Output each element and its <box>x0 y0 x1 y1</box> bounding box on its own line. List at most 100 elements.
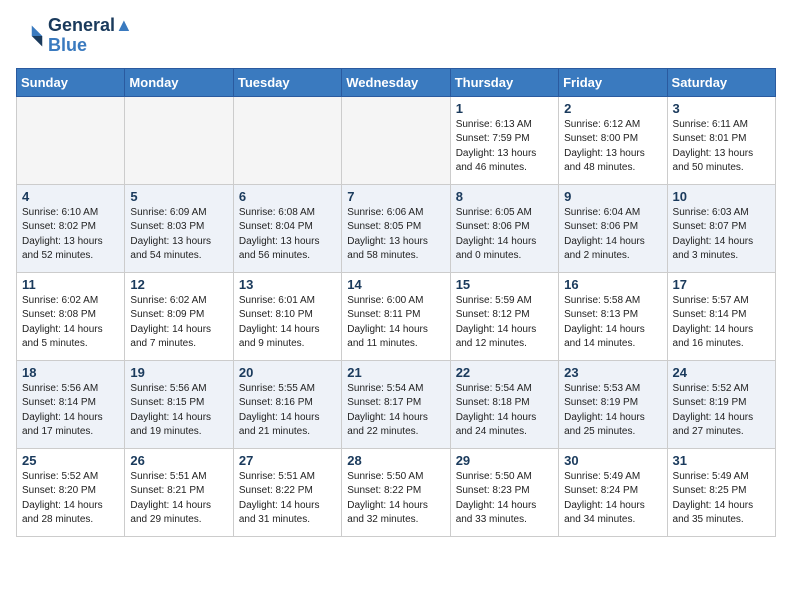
calendar-week-3: 11Sunrise: 6:02 AM Sunset: 8:08 PM Dayli… <box>17 272 776 360</box>
day-info: Sunrise: 5:51 AM Sunset: 8:21 PM Dayligh… <box>130 470 227 528</box>
day-info: Sunrise: 6:06 AM Sunset: 8:05 PM Dayligh… <box>347 206 444 264</box>
day-info: Sunrise: 6:02 AM Sunset: 8:08 PM Dayligh… <box>22 294 119 352</box>
calendar-cell: 4 Sunrise: 6:10 AM Sunset: 8:02 PM Daylig… <box>17 184 125 272</box>
day-info: Sunrise: 6:05 AM Sunset: 8:06 PM Dayligh… <box>456 206 553 264</box>
day-number: 15 <box>456 277 553 292</box>
col-header-monday: Monday <box>125 68 233 96</box>
day-info: Sunrise: 6:10 AM Sunset: 8:02 PM Dayligh… <box>22 206 119 264</box>
day-number: 30 <box>564 453 661 468</box>
day-info: Sunrise: 6:09 AM Sunset: 8:03 PM Dayligh… <box>130 206 227 264</box>
calendar-week-2: 4 Sunrise: 6:10 AM Sunset: 8:02 PM Daylig… <box>17 184 776 272</box>
calendar-cell: 6 Sunrise: 6:08 AM Sunset: 8:04 PM Daylig… <box>233 184 341 272</box>
calendar-cell: 31 Sunrise: 5:49 AM Sunset: 8:25 PM Dayli… <box>667 448 775 536</box>
calendar-cell: 29Sunrise: 5:50 AM Sunset: 8:23 PM Dayli… <box>450 448 558 536</box>
day-number: 17 <box>673 277 770 292</box>
calendar-cell <box>233 96 341 184</box>
day-info: Sunrise: 5:49 AM Sunset: 8:25 PM Dayligh… <box>673 470 770 528</box>
day-info: Sunrise: 5:58 AM Sunset: 8:13 PM Dayligh… <box>564 294 661 352</box>
logo-icon <box>16 22 44 50</box>
calendar-cell: 2 Sunrise: 6:12 AM Sunset: 8:00 PM Daylig… <box>559 96 667 184</box>
day-number: 8 <box>456 189 553 204</box>
day-info: Sunrise: 6:12 AM Sunset: 8:00 PM Dayligh… <box>564 118 661 176</box>
calendar-cell: 22 Sunrise: 5:54 AM Sunset: 8:18 PM Dayli… <box>450 360 558 448</box>
col-header-friday: Friday <box>559 68 667 96</box>
day-number: 13 <box>239 277 336 292</box>
day-info: Sunrise: 5:50 AM Sunset: 8:22 PM Dayligh… <box>347 470 444 528</box>
calendar-cell: 20Sunrise: 5:55 AM Sunset: 8:16 PM Dayli… <box>233 360 341 448</box>
calendar-cell <box>342 96 450 184</box>
day-info: Sunrise: 6:04 AM Sunset: 8:06 PM Dayligh… <box>564 206 661 264</box>
calendar-cell: 9 Sunrise: 6:04 AM Sunset: 8:06 PM Daylig… <box>559 184 667 272</box>
day-number: 22 <box>456 365 553 380</box>
day-number: 28 <box>347 453 444 468</box>
col-header-sunday: Sunday <box>17 68 125 96</box>
calendar-cell: 5Sunrise: 6:09 AM Sunset: 8:03 PM Daylig… <box>125 184 233 272</box>
day-number: 7 <box>347 189 444 204</box>
calendar-cell: 26 Sunrise: 5:51 AM Sunset: 8:21 PM Dayli… <box>125 448 233 536</box>
day-info: Sunrise: 5:59 AM Sunset: 8:12 PM Dayligh… <box>456 294 553 352</box>
calendar-cell: 13 Sunrise: 6:01 AM Sunset: 8:10 PM Dayli… <box>233 272 341 360</box>
calendar-cell: 14 Sunrise: 6:00 AM Sunset: 8:11 PM Dayli… <box>342 272 450 360</box>
day-number: 10 <box>673 189 770 204</box>
page-header: General▲ Blue <box>16 16 776 56</box>
day-number: 14 <box>347 277 444 292</box>
day-number: 23 <box>564 365 661 380</box>
calendar-cell: 8 Sunrise: 6:05 AM Sunset: 8:06 PM Daylig… <box>450 184 558 272</box>
col-header-thursday: Thursday <box>450 68 558 96</box>
col-header-tuesday: Tuesday <box>233 68 341 96</box>
day-number: 4 <box>22 189 119 204</box>
day-number: 6 <box>239 189 336 204</box>
col-header-saturday: Saturday <box>667 68 775 96</box>
day-info: Sunrise: 5:51 AM Sunset: 8:22 PM Dayligh… <box>239 470 336 528</box>
calendar-cell: 17 Sunrise: 5:57 AM Sunset: 8:14 PM Dayli… <box>667 272 775 360</box>
day-info: Sunrise: 5:56 AM Sunset: 8:14 PM Dayligh… <box>22 382 119 440</box>
day-number: 2 <box>564 101 661 116</box>
calendar-cell: 10 Sunrise: 6:03 AM Sunset: 8:07 PM Dayli… <box>667 184 775 272</box>
calendar-cell: 11Sunrise: 6:02 AM Sunset: 8:08 PM Dayli… <box>17 272 125 360</box>
day-info: Sunrise: 6:01 AM Sunset: 8:10 PM Dayligh… <box>239 294 336 352</box>
calendar-cell: 24Sunrise: 5:52 AM Sunset: 8:19 PM Dayli… <box>667 360 775 448</box>
calendar-cell: 30 Sunrise: 5:49 AM Sunset: 8:24 PM Dayli… <box>559 448 667 536</box>
day-info: Sunrise: 5:52 AM Sunset: 8:20 PM Dayligh… <box>22 470 119 528</box>
day-number: 3 <box>673 101 770 116</box>
calendar-cell: 25 Sunrise: 5:52 AM Sunset: 8:20 PM Dayli… <box>17 448 125 536</box>
logo-text: General▲ Blue <box>48 16 133 56</box>
day-info: Sunrise: 5:54 AM Sunset: 8:18 PM Dayligh… <box>456 382 553 440</box>
day-info: Sunrise: 6:03 AM Sunset: 8:07 PM Dayligh… <box>673 206 770 264</box>
day-number: 31 <box>673 453 770 468</box>
day-number: 19 <box>130 365 227 380</box>
col-header-wednesday: Wednesday <box>342 68 450 96</box>
calendar-cell: 7 Sunrise: 6:06 AM Sunset: 8:05 PM Daylig… <box>342 184 450 272</box>
day-info: Sunrise: 5:56 AM Sunset: 8:15 PM Dayligh… <box>130 382 227 440</box>
logo: General▲ Blue <box>16 16 133 56</box>
calendar-cell <box>17 96 125 184</box>
day-info: Sunrise: 6:00 AM Sunset: 8:11 PM Dayligh… <box>347 294 444 352</box>
calendar-cell: 16Sunrise: 5:58 AM Sunset: 8:13 PM Dayli… <box>559 272 667 360</box>
day-info: Sunrise: 5:57 AM Sunset: 8:14 PM Dayligh… <box>673 294 770 352</box>
day-number: 18 <box>22 365 119 380</box>
calendar-body: 1Sunrise: 6:13 AM Sunset: 7:59 PM Daylig… <box>17 96 776 536</box>
day-info: Sunrise: 6:13 AM Sunset: 7:59 PM Dayligh… <box>456 118 553 176</box>
calendar-cell <box>125 96 233 184</box>
day-number: 24 <box>673 365 770 380</box>
calendar-cell: 28 Sunrise: 5:50 AM Sunset: 8:22 PM Dayli… <box>342 448 450 536</box>
day-number: 9 <box>564 189 661 204</box>
calendar-cell: 21Sunrise: 5:54 AM Sunset: 8:17 PM Dayli… <box>342 360 450 448</box>
day-info: Sunrise: 5:54 AM Sunset: 8:17 PM Dayligh… <box>347 382 444 440</box>
day-number: 25 <box>22 453 119 468</box>
calendar-header-row: SundayMondayTuesdayWednesdayThursdayFrid… <box>17 68 776 96</box>
day-info: Sunrise: 5:49 AM Sunset: 8:24 PM Dayligh… <box>564 470 661 528</box>
day-info: Sunrise: 5:53 AM Sunset: 8:19 PM Dayligh… <box>564 382 661 440</box>
day-number: 27 <box>239 453 336 468</box>
calendar-cell: 15 Sunrise: 5:59 AM Sunset: 8:12 PM Dayli… <box>450 272 558 360</box>
calendar-cell: 19 Sunrise: 5:56 AM Sunset: 8:15 PM Dayli… <box>125 360 233 448</box>
day-info: Sunrise: 6:08 AM Sunset: 8:04 PM Dayligh… <box>239 206 336 264</box>
calendar-week-1: 1Sunrise: 6:13 AM Sunset: 7:59 PM Daylig… <box>17 96 776 184</box>
day-number: 12 <box>130 277 227 292</box>
calendar-cell: 18 Sunrise: 5:56 AM Sunset: 8:14 PM Dayli… <box>17 360 125 448</box>
calendar-cell: 27 Sunrise: 5:51 AM Sunset: 8:22 PM Dayli… <box>233 448 341 536</box>
day-number: 29 <box>456 453 553 468</box>
day-number: 26 <box>130 453 227 468</box>
day-info: Sunrise: 6:02 AM Sunset: 8:09 PM Dayligh… <box>130 294 227 352</box>
calendar-cell: 23 Sunrise: 5:53 AM Sunset: 8:19 PM Dayli… <box>559 360 667 448</box>
